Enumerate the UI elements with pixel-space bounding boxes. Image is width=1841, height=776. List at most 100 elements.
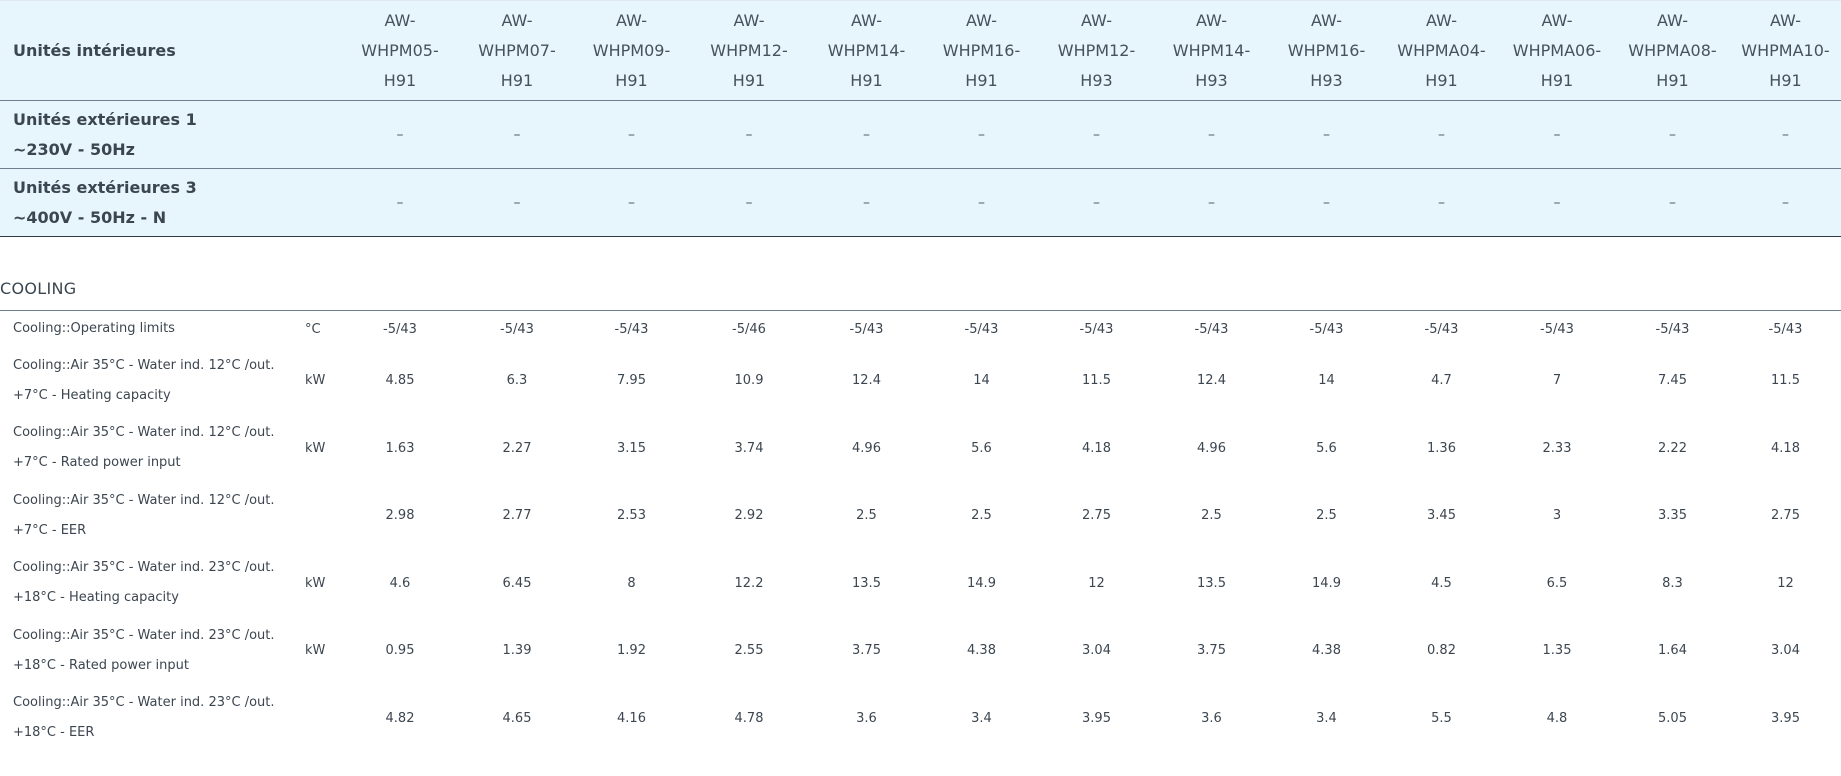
- table-cell: 4.38: [1312, 643, 1341, 659]
- dash-cell: –: [340, 100, 460, 169]
- model-header-cell: AW- WHPMA08- H91: [1615, 0, 1730, 101]
- row-label-line1: Cooling::Air 35°C - Water ind. 23°C /out…: [13, 560, 275, 576]
- dash-cell: –: [1615, 100, 1730, 169]
- table-cell: 5.05: [1658, 710, 1687, 726]
- table-cell: 3.15: [617, 440, 646, 456]
- table-cell: 10.9: [734, 373, 764, 389]
- model-line: WHPMA06-: [1512, 40, 1602, 60]
- table-cell: 2.77: [502, 508, 532, 524]
- table-cell: 4.18: [1082, 440, 1111, 456]
- model-line: H91: [965, 70, 998, 90]
- table-cell: 4.8: [1546, 710, 1568, 726]
- table-cell: 1.36: [1427, 440, 1456, 456]
- model-header-cell: AW- WHPMA06- H91: [1499, 0, 1615, 101]
- row-unit: kW: [305, 575, 326, 591]
- model-line: H91: [615, 70, 648, 90]
- model-line: WHPMA04-: [1397, 40, 1486, 60]
- dash-cell: –: [574, 168, 689, 237]
- model-line: AW-: [1656, 10, 1688, 30]
- table-cell: 12.4: [852, 373, 881, 389]
- table-cell: 2.75: [1771, 508, 1800, 524]
- table-cell: 3.45: [1427, 508, 1456, 524]
- table-cell: 12.4: [1197, 373, 1226, 389]
- model-header-cell: AW- WHPMA10- H91: [1730, 0, 1841, 101]
- model-header-cell: AW- WHPM07- H91: [460, 0, 574, 101]
- cooling-table-body: Cooling::Operating limits °C -5/43 -5/43 -5/…: [0, 311, 1841, 752]
- table-cell: 4.82: [385, 710, 415, 726]
- table-cell: 2.5: [856, 508, 877, 524]
- row-unit: °C: [305, 321, 321, 337]
- row-label-line1: Cooling::Air 35°C - Water ind. 23°C /out…: [13, 627, 275, 643]
- model-line: H91: [850, 70, 883, 90]
- table-cell: 6.45: [502, 575, 532, 591]
- table-cell: -5/43: [1309, 321, 1344, 337]
- table-cell: 3.74: [734, 440, 764, 456]
- dash-cell: –: [1269, 168, 1384, 237]
- table-cell: 3.04: [1771, 643, 1800, 659]
- model-header-cell: AW- WHPM16- H93: [1269, 0, 1384, 101]
- row-label-line1: Cooling::Operating limits: [13, 321, 175, 336]
- table-cell: 2.5: [1316, 508, 1337, 524]
- row-label-line2: +7°C - Heating capacity: [13, 387, 171, 403]
- row-label-line2: +18°C - Heating capacity: [13, 590, 179, 606]
- dash-cell: –: [1499, 100, 1615, 169]
- model-header-cell: AW- WHPM09- H91: [574, 0, 689, 101]
- table-cell: 3.6: [1201, 710, 1222, 726]
- table-cell: 1.35: [1542, 643, 1572, 659]
- table-cell: 4.38: [967, 643, 996, 659]
- table-cell: 4.7: [1431, 373, 1452, 389]
- model-header-cell: AW- WHPM12- H91: [689, 0, 809, 101]
- model-line: AW-: [1195, 10, 1227, 30]
- model-line: AW-: [1769, 10, 1801, 30]
- table-cell: 1.39: [502, 643, 532, 659]
- table-cell: 4.65: [502, 710, 532, 726]
- table-cell: 8: [627, 575, 636, 591]
- table-cell: 3.04: [1082, 643, 1111, 659]
- table-cell: 7.45: [1658, 373, 1687, 389]
- model-line: WHPM16-: [1287, 40, 1366, 60]
- row-label: Cooling::Operating limits: [0, 311, 300, 347]
- model-line: H91: [732, 70, 766, 90]
- table-cell: 12: [1088, 575, 1105, 591]
- table-cell: 5.6: [1316, 440, 1337, 456]
- dash-cell: –: [689, 168, 809, 237]
- table-cell: 13.5: [852, 575, 881, 591]
- outdoor-units-1-label: Unités extérieures 1 ~230V - 50Hz: [0, 100, 340, 169]
- table-cell: -5/43: [1079, 321, 1114, 337]
- row-label-line2: +7°C - Rated power input: [13, 455, 181, 471]
- model-line: WHPMA10-: [1741, 40, 1830, 60]
- model-line: AW-: [733, 10, 765, 30]
- table-cell: 12.2: [734, 575, 764, 591]
- model-header-cell: AW- WHPM14- H93: [1154, 0, 1269, 101]
- table-cell: 4.5: [1431, 575, 1452, 591]
- model-line: WHPM12-: [1057, 40, 1136, 60]
- model-line: WHPM12-: [710, 40, 788, 60]
- table-cell: 2.75: [1082, 508, 1111, 524]
- indoor-units-label: Unités intérieures: [0, 0, 340, 101]
- table-cell: -5/43: [849, 321, 884, 337]
- table-cell: 4.78: [734, 710, 764, 726]
- row-label-line2: +18°C - EER: [13, 725, 95, 741]
- outdoor-label-line1: Unités extérieures 3: [13, 177, 197, 197]
- table-cell: 2.53: [617, 508, 646, 524]
- table-cell: 6.5: [1546, 575, 1568, 591]
- table-cell: 3.35: [1658, 508, 1687, 524]
- dash-cell: –: [1039, 100, 1154, 169]
- dash-cell: –: [1499, 168, 1615, 237]
- table-row: Cooling::Air 35°C - Water ind. 23°C /out…: [0, 617, 1841, 685]
- spec-page: Unités intérieures AW- WHPM05- H91 AW- WHPM…: [0, 0, 1841, 776]
- model-line: H93: [1195, 70, 1228, 90]
- model-line: H91: [1425, 70, 1458, 90]
- dash-cell: –: [460, 100, 574, 169]
- table-row: Cooling::Air 35°C - Water ind. 23°C /out…: [0, 685, 1841, 753]
- table-cell: 3.4: [971, 710, 992, 726]
- model-line: AW-: [1425, 10, 1457, 30]
- header-table: Unités intérieures AW- WHPM05- H91 AW- WHPM…: [0, 0, 1841, 237]
- model-line: AW-: [384, 10, 416, 30]
- table-row: Cooling::Air 35°C - Water ind. 12°C /out…: [0, 415, 1841, 483]
- row-unit: kW: [305, 373, 326, 389]
- dash-cell: –: [924, 100, 1039, 169]
- table-cell: 2.5: [1201, 508, 1222, 524]
- model-line: H91: [1540, 70, 1574, 90]
- table-cell: 4.16: [617, 710, 646, 726]
